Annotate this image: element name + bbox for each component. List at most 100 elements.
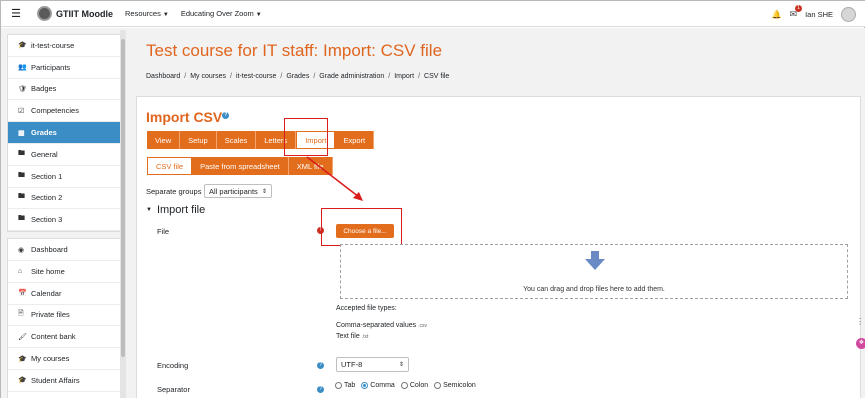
- radio-checked-icon: [361, 382, 369, 389]
- collapse-caret-icon: ▼: [146, 207, 152, 213]
- sidebar-item-label: Content bank: [31, 332, 76, 342]
- avatar[interactable]: [841, 6, 856, 22]
- help-icon[interactable]: ?: [317, 386, 324, 393]
- radio-colon[interactable]: Colon: [400, 382, 428, 389]
- breadcrumb-import[interactable]: Import: [394, 73, 414, 80]
- tab-scales[interactable]: Scales: [216, 131, 257, 149]
- translate-float-icon[interactable]: ❖: [856, 338, 865, 349]
- sidebar-item-label: Calendar: [31, 288, 62, 298]
- import-file-heading: Import file: [156, 204, 206, 216]
- tab-csv-file[interactable]: CSV file: [147, 157, 193, 175]
- tab-xml-file[interactable]: XML file: [288, 157, 333, 175]
- breadcrumb-grades[interactable]: Grades: [286, 73, 309, 80]
- folder-icon: 🖿: [18, 215, 25, 223]
- sidebar-item-calendar[interactable]: 📅 Calendar: [8, 283, 122, 305]
- shield-icon: 🛡: [18, 85, 27, 93]
- radio-circle-icon: [335, 382, 342, 389]
- tab-export[interactable]: Export: [335, 131, 375, 149]
- sidebar-item-label: Dashboard: [31, 245, 68, 255]
- grid-float-icon[interactable]: ⋮: [856, 317, 865, 329]
- message-icon[interactable]: ✉ 1: [790, 4, 803, 20]
- calendar-icon: 📅: [18, 290, 27, 298]
- radio-tab[interactable]: Tab: [335, 382, 355, 389]
- annotation-box-import-tab: [284, 118, 328, 156]
- separate-groups-select[interactable]: All participants ⇕: [204, 184, 272, 198]
- folder-icon: 🖿: [18, 149, 25, 157]
- hamburger-icon[interactable]: ☰: [1, 7, 31, 20]
- sidebar-item-grades[interactable]: ▦ Grades: [8, 122, 122, 144]
- breadcrumb-my-courses[interactable]: My courses: [190, 73, 226, 80]
- sidebar-item-student-affairs[interactable]: 🎓 Student Affairs: [8, 370, 122, 392]
- sidebar-item-label: My courses: [31, 354, 70, 364]
- nav-menu-educating-over-zoom[interactable]: Educating Over Zoom ▼: [181, 9, 262, 18]
- radio-circle-icon: [434, 382, 442, 389]
- select-arrows-icon: ⇕: [398, 362, 404, 368]
- breadcrumb-separator: /: [418, 73, 421, 80]
- sidebar-item-competencies[interactable]: ☑ Competencies: [8, 100, 122, 123]
- sidebar-item-section-3[interactable]: 🖿 Section 3: [8, 209, 122, 232]
- separator-label: Separator: [157, 385, 190, 394]
- separate-groups-value: All participants: [209, 186, 258, 196]
- sidebar-item-it-test-course[interactable]: 🎓it-test-course: [8, 392, 122, 398]
- sidebar-item-my-courses[interactable]: 🎓 My courses: [8, 348, 122, 370]
- sidebar-item-label: Badges: [31, 84, 57, 94]
- radio-circle-icon: [400, 382, 408, 389]
- sidebar-item-private-files[interactable]: 🗎 Private files: [8, 305, 122, 327]
- drawer-site-group: ◉ Dashboard ⌂ Site home 📅 Calendar 🗎 Private…: [7, 238, 123, 398]
- nav-menu-label: Educating Over Zoom: [180, 9, 254, 18]
- sidebar-item-dashboard[interactable]: ◉ Dashboard: [8, 239, 122, 261]
- breadcrumb-course[interactable]: it-test-course: [236, 73, 276, 80]
- sidebar-item-course[interactable]: 🎓 it-test-course: [8, 35, 122, 57]
- page-title: Test course for IT staff: Import: CSV fi…: [146, 41, 443, 60]
- breadcrumb-dashboard[interactable]: Dashboard: [146, 73, 180, 80]
- file-type-csv: Comma-separated values .csv: [336, 322, 427, 329]
- bell-icon[interactable]: 🔔: [772, 10, 782, 19]
- sidebar-item-label: it-test-course: [31, 40, 75, 50]
- breadcrumb-grade-administration[interactable]: Grade administration: [319, 73, 384, 80]
- sidebar-item-badges[interactable]: 🛡 Badges: [8, 79, 122, 101]
- tab-view[interactable]: View: [147, 131, 181, 149]
- breadcrumb-separator: /: [388, 73, 391, 80]
- users-icon: 👥: [18, 64, 27, 72]
- sidebar-item-section-2[interactable]: 🖿 Section 2: [8, 188, 122, 210]
- import-file-section-header[interactable]: ▼ Import file: [146, 204, 205, 216]
- breadcrumb: Dashboard / My courses / it-test-course / G…: [146, 73, 449, 80]
- brand-logo-icon: [37, 6, 52, 21]
- top-navbar: ☰ GTIIT Moodle Resources ▼ Educating Over…: [1, 1, 865, 27]
- encoding-select[interactable]: UTF-8 ⇕: [336, 357, 409, 372]
- breadcrumb-separator: /: [184, 73, 187, 80]
- sidebar-item-participants[interactable]: 👥 Participants: [8, 57, 122, 79]
- message-badge: 1: [795, 4, 803, 12]
- folder-icon: 🖿: [18, 193, 25, 201]
- breadcrumb-separator: /: [313, 73, 316, 80]
- folder-icon: 🖿: [18, 171, 25, 179]
- tab-paste-from-spreadsheet[interactable]: Paste from spreadsheet: [192, 157, 289, 175]
- user-name[interactable]: Ian SHE: [805, 10, 833, 19]
- tab-setup[interactable]: Setup: [180, 131, 217, 149]
- file-icon: 🗎: [18, 310, 24, 318]
- sidebar-item-label: Grades: [31, 128, 57, 138]
- graduation-cap-icon: 🎓: [18, 377, 27, 385]
- encoding-label: Encoding: [157, 361, 189, 370]
- brand-name: GTIIT Moodle: [56, 8, 113, 19]
- dropzone-text: You can drag and drop files here to add …: [523, 286, 665, 293]
- nav-drawer: 🎓 it-test-course 👥 Participants 🛡 Badges ☑ C…: [1, 28, 129, 398]
- sidebar-item-site-home[interactable]: ⌂ Site home: [8, 261, 122, 283]
- caret-down-icon: ▼: [255, 12, 262, 18]
- sidebar-item-label: Participants: [31, 62, 71, 72]
- separator-radio-group: Tab Comma Colon Semicolon: [335, 382, 476, 389]
- radio-label: Semicolon: [443, 382, 476, 389]
- radio-comma[interactable]: Comma: [361, 382, 395, 389]
- sidebar-item-section-1[interactable]: 🖿 Section 1: [8, 166, 122, 188]
- help-icon[interactable]: ?: [222, 112, 230, 120]
- help-icon[interactable]: ?: [317, 362, 324, 369]
- drawer-scroll-thumb[interactable]: [121, 39, 125, 357]
- nav-menu-resources[interactable]: Resources ▼: [125, 9, 169, 18]
- sidebar-item-content-bank[interactable]: 🖌 Content bank: [8, 326, 122, 349]
- sidebar-item-general[interactable]: 🖿 General: [8, 144, 122, 166]
- sidebar-item-label: Student Affairs: [31, 375, 80, 385]
- breadcrumb-separator: /: [230, 73, 232, 80]
- radio-semicolon[interactable]: Semicolon: [434, 382, 476, 389]
- brand[interactable]: GTIIT Moodle: [37, 6, 113, 21]
- sidebar-item-label: General: [31, 149, 58, 159]
